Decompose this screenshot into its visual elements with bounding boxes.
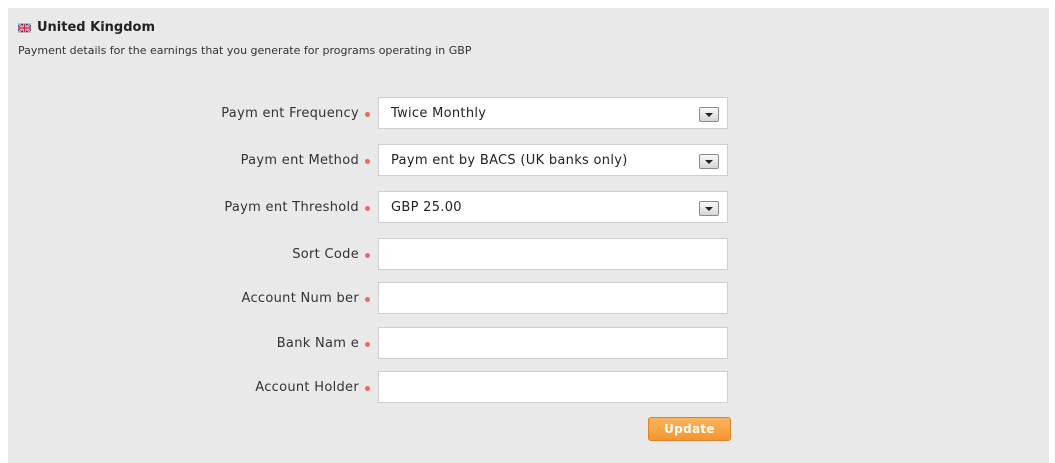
account-holder-row: Account Holder xyxy=(8,371,1049,405)
payment-threshold-value: GBP 25.00 xyxy=(391,200,462,215)
payment-frequency-value: Twice Monthly xyxy=(391,106,487,121)
account-holder-label: Account Holder xyxy=(255,380,359,395)
required-indicator xyxy=(365,159,370,164)
bank-name-row: Bank Nam e xyxy=(8,327,1049,361)
required-indicator xyxy=(365,386,370,391)
sort-code-input[interactable] xyxy=(378,238,728,270)
chevron-down-icon[interactable] xyxy=(699,154,719,169)
account-number-label: Account Num ber xyxy=(241,291,359,306)
section-description: Payment details for the earnings that yo… xyxy=(18,44,472,57)
account-number-row: Account Num ber xyxy=(8,282,1049,316)
sort-code-label: Sort Code xyxy=(292,247,359,262)
update-button[interactable]: Update xyxy=(648,417,731,441)
sort-code-row: Sort Code xyxy=(8,238,1049,272)
payment-frequency-label: Paym ent Frequency xyxy=(221,106,359,121)
payment-threshold-select[interactable]: GBP 25.00 xyxy=(378,191,728,223)
section-header: United Kingdom xyxy=(18,20,155,35)
country-title: United Kingdom xyxy=(37,20,156,35)
payment-threshold-label: Paym ent Threshold xyxy=(224,200,359,215)
payment-details-panel: United Kingdom Payment details for the e… xyxy=(8,8,1049,463)
payment-threshold-row: Paym ent Threshold GBP 25.00 xyxy=(8,191,1049,225)
account-number-input[interactable] xyxy=(378,282,728,314)
required-indicator xyxy=(365,112,370,117)
uk-flag-icon xyxy=(18,22,31,33)
payment-method-row: Paym ent Method Paym ent by BACS (UK ban… xyxy=(8,144,1049,178)
required-indicator xyxy=(365,206,370,211)
required-indicator xyxy=(365,297,370,302)
account-holder-input[interactable] xyxy=(378,371,728,403)
bank-name-label: Bank Nam e xyxy=(276,336,359,351)
payment-method-value: Paym ent by BACS (UK banks only) xyxy=(391,153,628,168)
payment-method-label: Paym ent Method xyxy=(240,153,359,168)
chevron-down-icon[interactable] xyxy=(699,107,719,122)
bank-name-input[interactable] xyxy=(378,327,728,359)
required-indicator xyxy=(365,253,370,258)
payment-method-select[interactable]: Paym ent by BACS (UK banks only) xyxy=(378,144,728,176)
required-indicator xyxy=(365,342,370,347)
payment-frequency-select[interactable]: Twice Monthly xyxy=(378,97,728,129)
payment-frequency-row: Paym ent Frequency Twice Monthly xyxy=(8,97,1049,131)
chevron-down-icon[interactable] xyxy=(699,201,719,216)
